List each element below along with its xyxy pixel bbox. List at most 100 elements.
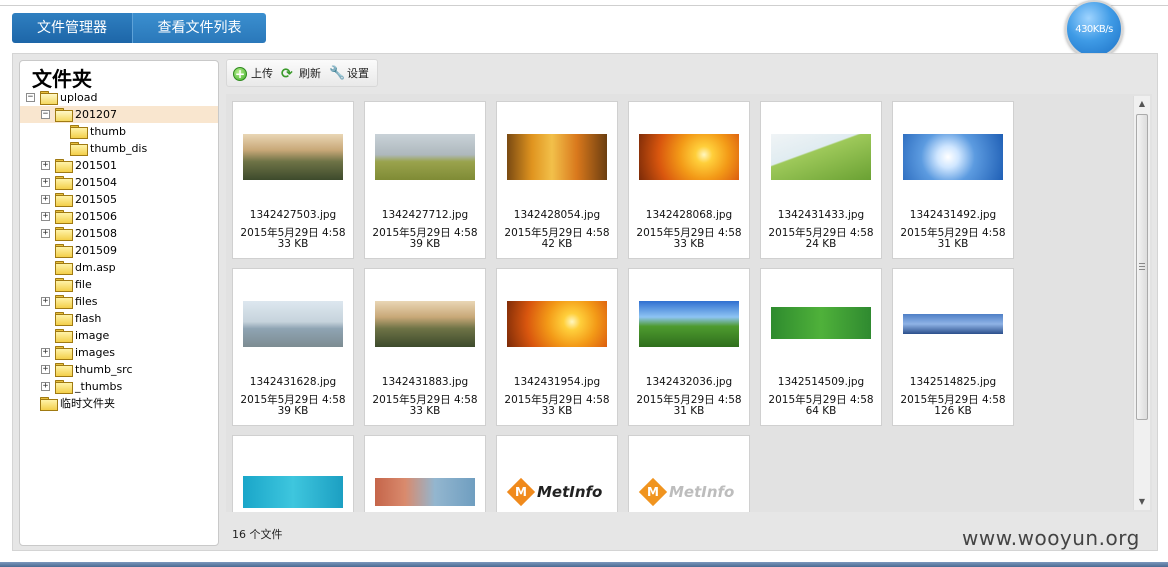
file-thumbnail (771, 134, 871, 180)
file-thumbnail (903, 314, 1003, 334)
collapse-icon[interactable]: − (41, 110, 50, 119)
tree-item-label: _thumbs (75, 380, 123, 393)
file-card[interactable]: 1342514825.jpg 2015年5月29日 4:58 126 KB (892, 268, 1014, 426)
tree-item-label: image (75, 329, 110, 342)
settings-button[interactable]: 🔧 设置 (329, 66, 369, 82)
metinfo-logo: M MetInfo (638, 476, 739, 508)
expand-icon[interactable]: + (41, 297, 50, 306)
file-card[interactable] (232, 435, 354, 512)
file-size: 31 KB (937, 238, 969, 250)
tree-item-label: 临时文件夹 (60, 397, 115, 410)
top-tab-bar: 文件管理器 查看文件列表 (12, 13, 266, 43)
file-size: 33 KB (409, 405, 441, 417)
metinfo-logo: M MetInfo (506, 476, 607, 508)
tree-item[interactable]: dm.asp (20, 259, 218, 276)
tree-item[interactable]: +201506 (20, 208, 218, 225)
upload-button[interactable]: 上传 (233, 66, 273, 82)
tree-item[interactable]: thumb_dis (20, 140, 218, 157)
file-card[interactable]: 1342432036.jpg 2015年5月29日 4:58 31 KB (628, 268, 750, 426)
file-card[interactable]: M MetInfo (496, 435, 618, 512)
expand-icon[interactable]: + (41, 212, 50, 221)
tree-item[interactable]: file (20, 276, 218, 293)
tree-item[interactable]: + thumb_src (20, 361, 218, 378)
tree-item[interactable]: + images (20, 344, 218, 361)
tree-item[interactable]: +201501 (20, 157, 218, 174)
refresh-icon: ⟳ (281, 66, 293, 82)
folder-tree-title: 文件夹 (32, 67, 92, 91)
tree-item[interactable]: 临时文件夹 (20, 395, 218, 412)
tree-item-label: 201506 (75, 210, 117, 223)
expand-icon[interactable]: + (41, 365, 50, 374)
file-card[interactable]: 1342428068.jpg 2015年5月29日 4:58 33 KB (628, 101, 750, 259)
folder-icon (55, 210, 73, 224)
upload-label: 上传 (251, 67, 273, 80)
folder-icon (55, 176, 73, 190)
file-card[interactable]: 1342427503.jpg 2015年5月29日 4:58 33 KB (232, 101, 354, 259)
file-card[interactable]: 1342427712.jpg 2015年5月29日 4:58 39 KB (364, 101, 486, 259)
tree-item[interactable]: flash (20, 310, 218, 327)
file-size: 39 KB (409, 238, 441, 250)
expand-icon[interactable]: + (41, 382, 50, 391)
tab-file-manager[interactable]: 文件管理器 (12, 13, 132, 43)
tree-item-label: images (75, 346, 115, 359)
file-name: 1342432036.jpg (645, 376, 733, 388)
refresh-button[interactable]: ⟳ 刷新 (281, 66, 321, 82)
file-count-status: 16 个文件 (232, 528, 283, 541)
file-name: 1342428054.jpg (513, 209, 601, 221)
file-card[interactable]: 1342514509.jpg 2015年5月29日 4:58 64 KB (760, 268, 882, 426)
settings-label: 设置 (347, 67, 369, 80)
folder-icon (55, 346, 73, 360)
tree-item[interactable]: + files (20, 293, 218, 310)
expand-icon[interactable]: + (41, 348, 50, 357)
file-name: 1342431883.jpg (381, 376, 469, 388)
tree-item[interactable]: +201505 (20, 191, 218, 208)
file-card[interactable]: 1342431954.jpg 2015年5月29日 4:58 33 KB (496, 268, 618, 426)
file-name: 1342431433.jpg (777, 209, 865, 221)
scroll-up-icon[interactable]: ▲ (1134, 96, 1150, 112)
tree-item-label: file (75, 278, 92, 291)
tree-item[interactable]: image (20, 327, 218, 344)
expand-icon[interactable]: + (41, 161, 50, 170)
tree-item-label: flash (75, 312, 102, 325)
scrollbar-thumb[interactable] (1136, 114, 1148, 420)
folder-icon (55, 363, 73, 377)
file-size: 39 KB (277, 405, 309, 417)
file-card[interactable]: 1342431628.jpg 2015年5月29日 4:58 39 KB (232, 268, 354, 426)
tree-item-label: files (75, 295, 98, 308)
tree-item[interactable]: 201509 (20, 242, 218, 259)
tree-item[interactable]: + _thumbs (20, 378, 218, 395)
file-size: 33 KB (541, 405, 573, 417)
expand-icon[interactable]: + (41, 229, 50, 238)
folder-icon (55, 108, 73, 122)
file-thumbnail (375, 134, 475, 180)
file-name: 1342431628.jpg (249, 376, 337, 388)
file-card[interactable]: 1342431883.jpg 2015年5月29日 4:58 33 KB (364, 268, 486, 426)
expand-icon[interactable]: + (41, 195, 50, 204)
tree-item[interactable]: − 201207 (20, 106, 218, 123)
file-card[interactable] (364, 435, 486, 512)
tree-item-label: upload (60, 91, 98, 104)
file-card[interactable]: M MetInfo (628, 435, 750, 512)
file-card[interactable]: 1342431433.jpg 2015年5月29日 4:58 24 KB (760, 101, 882, 259)
file-size: 64 KB (805, 405, 837, 417)
tab-view-file-list[interactable]: 查看文件列表 (132, 13, 266, 43)
file-name: 1342427712.jpg (381, 209, 469, 221)
file-card[interactable]: 1342431492.jpg 2015年5月29日 4:58 31 KB (892, 101, 1014, 259)
folder-icon (55, 295, 73, 309)
folder-icon (55, 244, 73, 258)
tree-item[interactable]: +201508 (20, 225, 218, 242)
file-grid-scrollbar[interactable]: ▲ ▼ (1133, 96, 1150, 510)
collapse-icon[interactable]: − (26, 93, 35, 102)
os-taskbar (0, 562, 1168, 567)
file-card[interactable]: 1342428054.jpg 2015年5月29日 4:58 42 KB (496, 101, 618, 259)
scroll-down-icon[interactable]: ▼ (1134, 494, 1150, 510)
refresh-label: 刷新 (299, 67, 321, 80)
file-thumbnail (507, 301, 607, 347)
file-name: 1342431492.jpg (909, 209, 997, 221)
tree-item[interactable]: +201504 (20, 174, 218, 191)
expand-icon[interactable]: + (41, 178, 50, 187)
tree-item-label: thumb_src (75, 363, 133, 376)
tree-item[interactable]: − upload (20, 89, 218, 106)
tree-item[interactable]: thumb (20, 123, 218, 140)
file-name: 1342514509.jpg (777, 376, 865, 388)
